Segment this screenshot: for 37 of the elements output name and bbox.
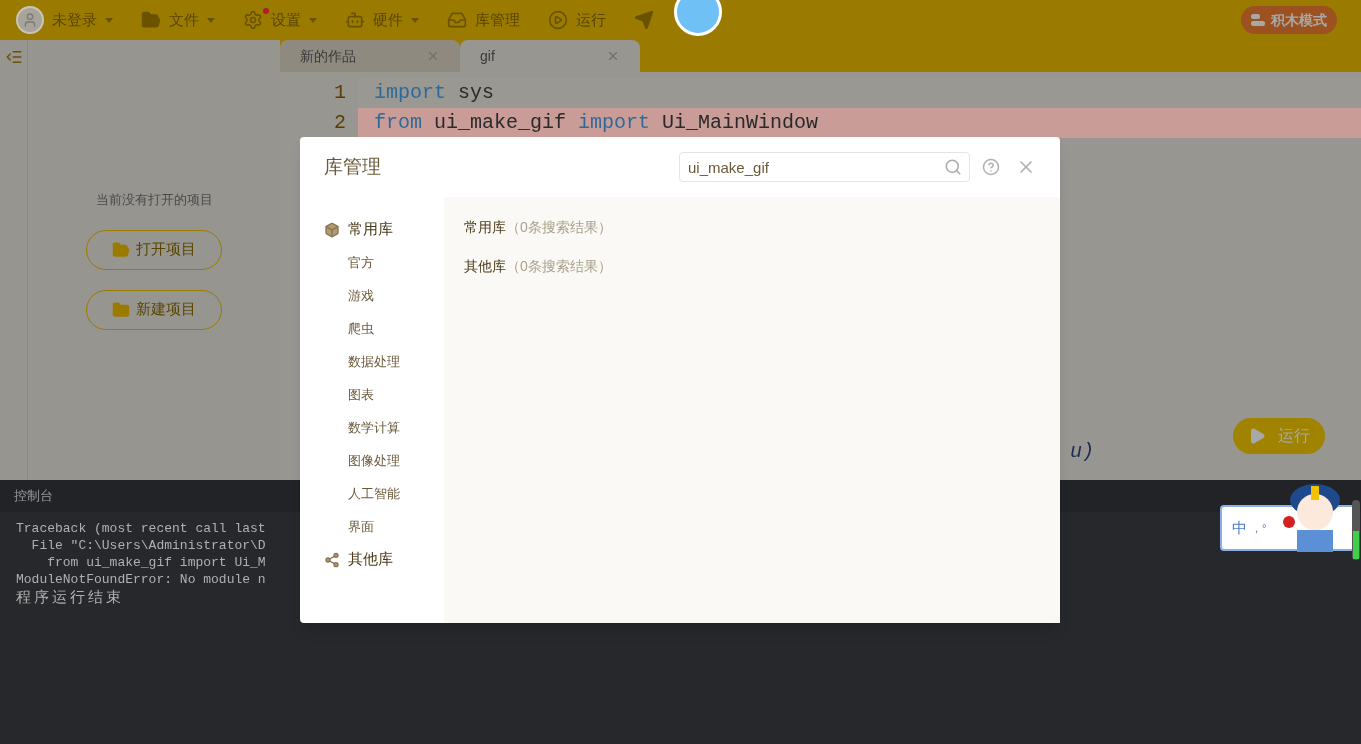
library-category[interactable]: 官方 [324, 246, 444, 279]
editor-tab[interactable]: gif [460, 40, 640, 72]
library-category[interactable]: 人工智能 [324, 477, 444, 510]
toolbar-menu[interactable]: 文件 [169, 8, 199, 32]
console-line: ModuleNotFoundError: No module n [16, 571, 266, 588]
code-fragment: u) [1070, 439, 1094, 465]
code-line: from ui_make_gif import Ui_MainWindow [373, 110, 819, 136]
search-field[interactable]: ui_make_gif [679, 152, 970, 182]
toolbar-menu[interactable]: 未登录 [52, 8, 97, 32]
empty-project-message: 当前没有打开的项目 [95, 191, 213, 209]
toolbar-menu[interactable]: 硬件 [373, 8, 403, 32]
console-line: File "C:\Users\Administrator\D [30, 537, 266, 554]
console-line: Traceback (most recent call last [16, 520, 266, 537]
library-group[interactable]: 常用库 [324, 213, 444, 246]
result-group-title: 其他库 [464, 257, 506, 276]
dialog-title: 库管理 [324, 154, 381, 179]
library-category[interactable]: 游戏 [324, 279, 444, 312]
library-category[interactable]: 图像处理 [324, 444, 444, 477]
console-title: 控制台 [14, 487, 53, 506]
toolbar-menu[interactable]: 运行 [576, 8, 606, 32]
result-count: （0条搜索结果） [506, 218, 612, 237]
block-mode-button[interactable]: 积木模式 [1241, 6, 1337, 34]
library-category[interactable]: 数学计算 [324, 411, 444, 444]
code-line: import sys [373, 80, 495, 106]
result-count: （0条搜索结果） [506, 257, 612, 276]
line-number: 2 [280, 108, 358, 138]
editor-tab[interactable]: 新的作品 [280, 40, 460, 72]
console-status: 程序运行结束 [16, 588, 124, 606]
library-category[interactable]: 数据处理 [324, 345, 444, 378]
library-group[interactable]: 其他库 [324, 543, 444, 576]
result-group-title: 常用库 [464, 218, 506, 237]
toolbar-menu[interactable]: 设置 [271, 8, 301, 32]
console-line: from ui_make_gif import Ui_M [46, 554, 266, 571]
library-category[interactable]: 界面 [324, 510, 444, 543]
library-category[interactable]: 图表 [324, 378, 444, 411]
library-category[interactable]: 爬虫 [324, 312, 444, 345]
toolbar-menu[interactable]: 库管理 [475, 8, 520, 32]
